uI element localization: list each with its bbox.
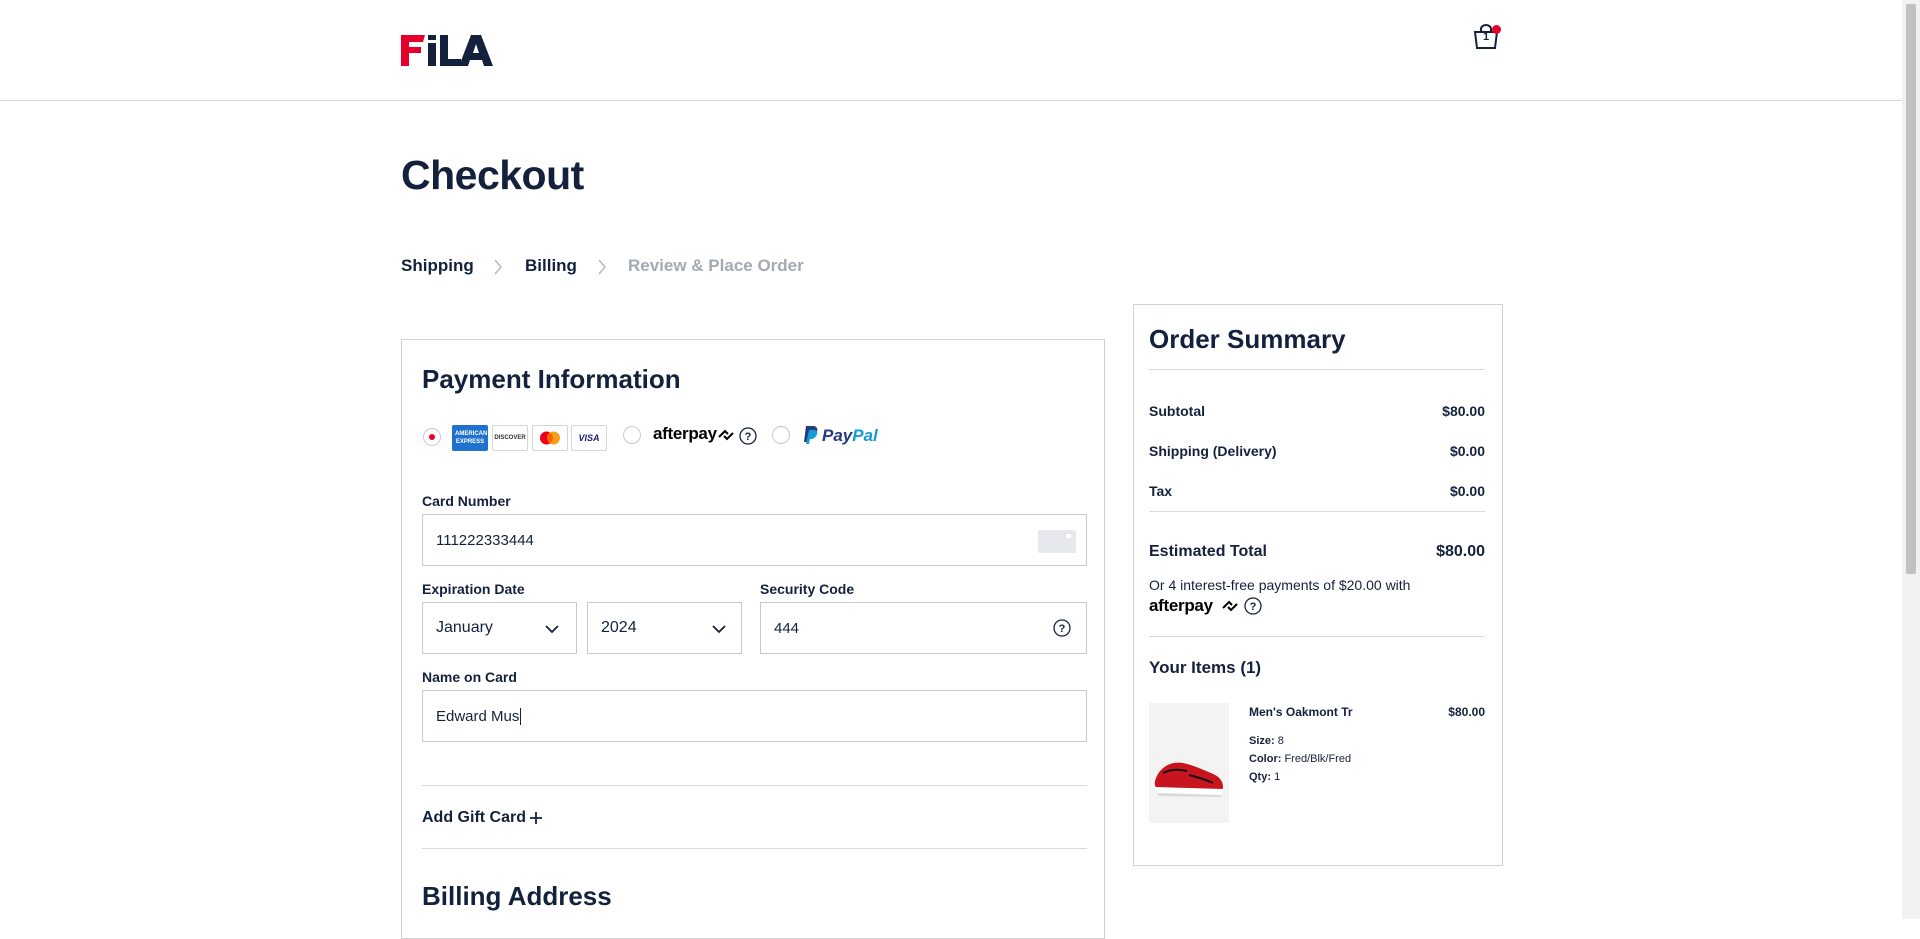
name-on-card-value: Edward Mus — [436, 708, 522, 725]
expiration-year-value: 2024 — [601, 619, 637, 636]
paypal-logo-text: PayPal — [822, 426, 878, 445]
page-title: Checkout — [401, 152, 584, 198]
chevron-right-icon — [598, 259, 606, 275]
chevron-down-icon — [712, 625, 726, 634]
divider — [422, 848, 1087, 849]
card-number-input[interactable]: 111222333444 — [422, 514, 1087, 566]
chevron-down-icon — [545, 625, 559, 634]
svg-text:?: ? — [745, 431, 752, 443]
order-summary-title: Order Summary — [1149, 324, 1346, 354]
item-name[interactable]: Men's Oakmont Tr — [1249, 705, 1353, 719]
divider — [422, 785, 1087, 786]
shipping-label: Shipping (Delivery) — [1149, 443, 1277, 459]
mastercard-logo — [532, 425, 568, 451]
afterpay-payment-radio[interactable] — [623, 426, 641, 444]
site-header — [0, 0, 1902, 101]
breadcrumb-review: Review & Place Order — [628, 256, 804, 275]
plus-icon[interactable] — [529, 811, 543, 825]
credit-card-icon — [1038, 530, 1076, 553]
card-payment-radio[interactable] — [423, 428, 441, 446]
discover-logo: DISCOVER — [492, 425, 528, 451]
item-qty: Qty: 1 — [1249, 771, 1281, 783]
amex-logo: AMERICAN EXPRESS — [452, 425, 488, 451]
chevron-right-icon — [494, 259, 502, 275]
payment-information-title: Payment Information — [422, 364, 681, 394]
shipping-value: $0.00 — [1449, 443, 1485, 459]
card-number-label: Card Number — [422, 493, 511, 509]
your-items-title: Your Items (1) — [1149, 658, 1262, 677]
tax-label: Tax — [1149, 483, 1173, 499]
divider — [1149, 511, 1485, 512]
billing-address-title: Billing Address — [422, 881, 612, 911]
installments-text: Or 4 interest-free payments of $20.00 wi… — [1149, 577, 1411, 593]
afterpay-arrows-icon — [1222, 600, 1238, 612]
paypal-payment-radio[interactable] — [772, 426, 790, 444]
item-color: Color: Fred/Blk/Fred — [1249, 753, 1352, 765]
svg-text:?: ? — [1250, 601, 1257, 613]
card-number-value: 111222333444 — [436, 532, 534, 549]
cart-badge — [1492, 25, 1501, 34]
afterpay-logo-text: afterpay — [1149, 596, 1213, 615]
expiration-year-select[interactable]: 2024 — [587, 602, 742, 654]
security-code-value: 444 — [774, 620, 800, 637]
breadcrumb-shipping[interactable]: Shipping — [401, 256, 474, 276]
name-on-card-input[interactable]: Edward Mus — [422, 690, 1087, 742]
expiration-month-select[interactable]: January — [422, 602, 577, 654]
subtotal-label: Subtotal — [1149, 403, 1205, 419]
name-on-card-label: Name on Card — [422, 669, 517, 685]
subtotal-value: $80.00 — [1442, 403, 1485, 419]
expiration-date-label: Expiration Date — [422, 581, 525, 597]
expiration-month-value: January — [436, 619, 493, 636]
visa-logo: VISA — [571, 425, 607, 451]
afterpay-arrows-icon — [718, 429, 734, 441]
divider — [1149, 636, 1485, 637]
product-thumbnail[interactable] — [1149, 703, 1229, 823]
help-icon[interactable]: ? — [1244, 597, 1262, 615]
cart-count: 1 — [1482, 31, 1490, 43]
svg-text:?: ? — [1059, 623, 1066, 635]
afterpay-logo-text: afterpay — [653, 424, 717, 443]
help-icon[interactable]: ? — [1053, 619, 1071, 637]
security-code-label: Security Code — [760, 581, 855, 597]
divider — [1149, 369, 1485, 370]
item-price: $80.00 — [1448, 705, 1485, 719]
estimated-total-value: $80.00 — [1436, 543, 1485, 560]
tax-value: $0.00 — [1449, 483, 1485, 499]
estimated-total-label: Estimated Total — [1149, 543, 1267, 560]
scrollbar-thumb[interactable] — [1906, 4, 1916, 574]
paypal-icon — [804, 426, 818, 444]
security-code-input[interactable]: 444 ? — [760, 602, 1087, 654]
fila-logo[interactable] — [401, 35, 493, 66]
breadcrumb-billing[interactable]: Billing — [525, 256, 577, 276]
help-icon[interactable]: ? — [739, 427, 757, 445]
item-size: Size: 8 — [1249, 735, 1284, 747]
add-gift-card-button[interactable]: Add Gift Card — [422, 809, 526, 827]
